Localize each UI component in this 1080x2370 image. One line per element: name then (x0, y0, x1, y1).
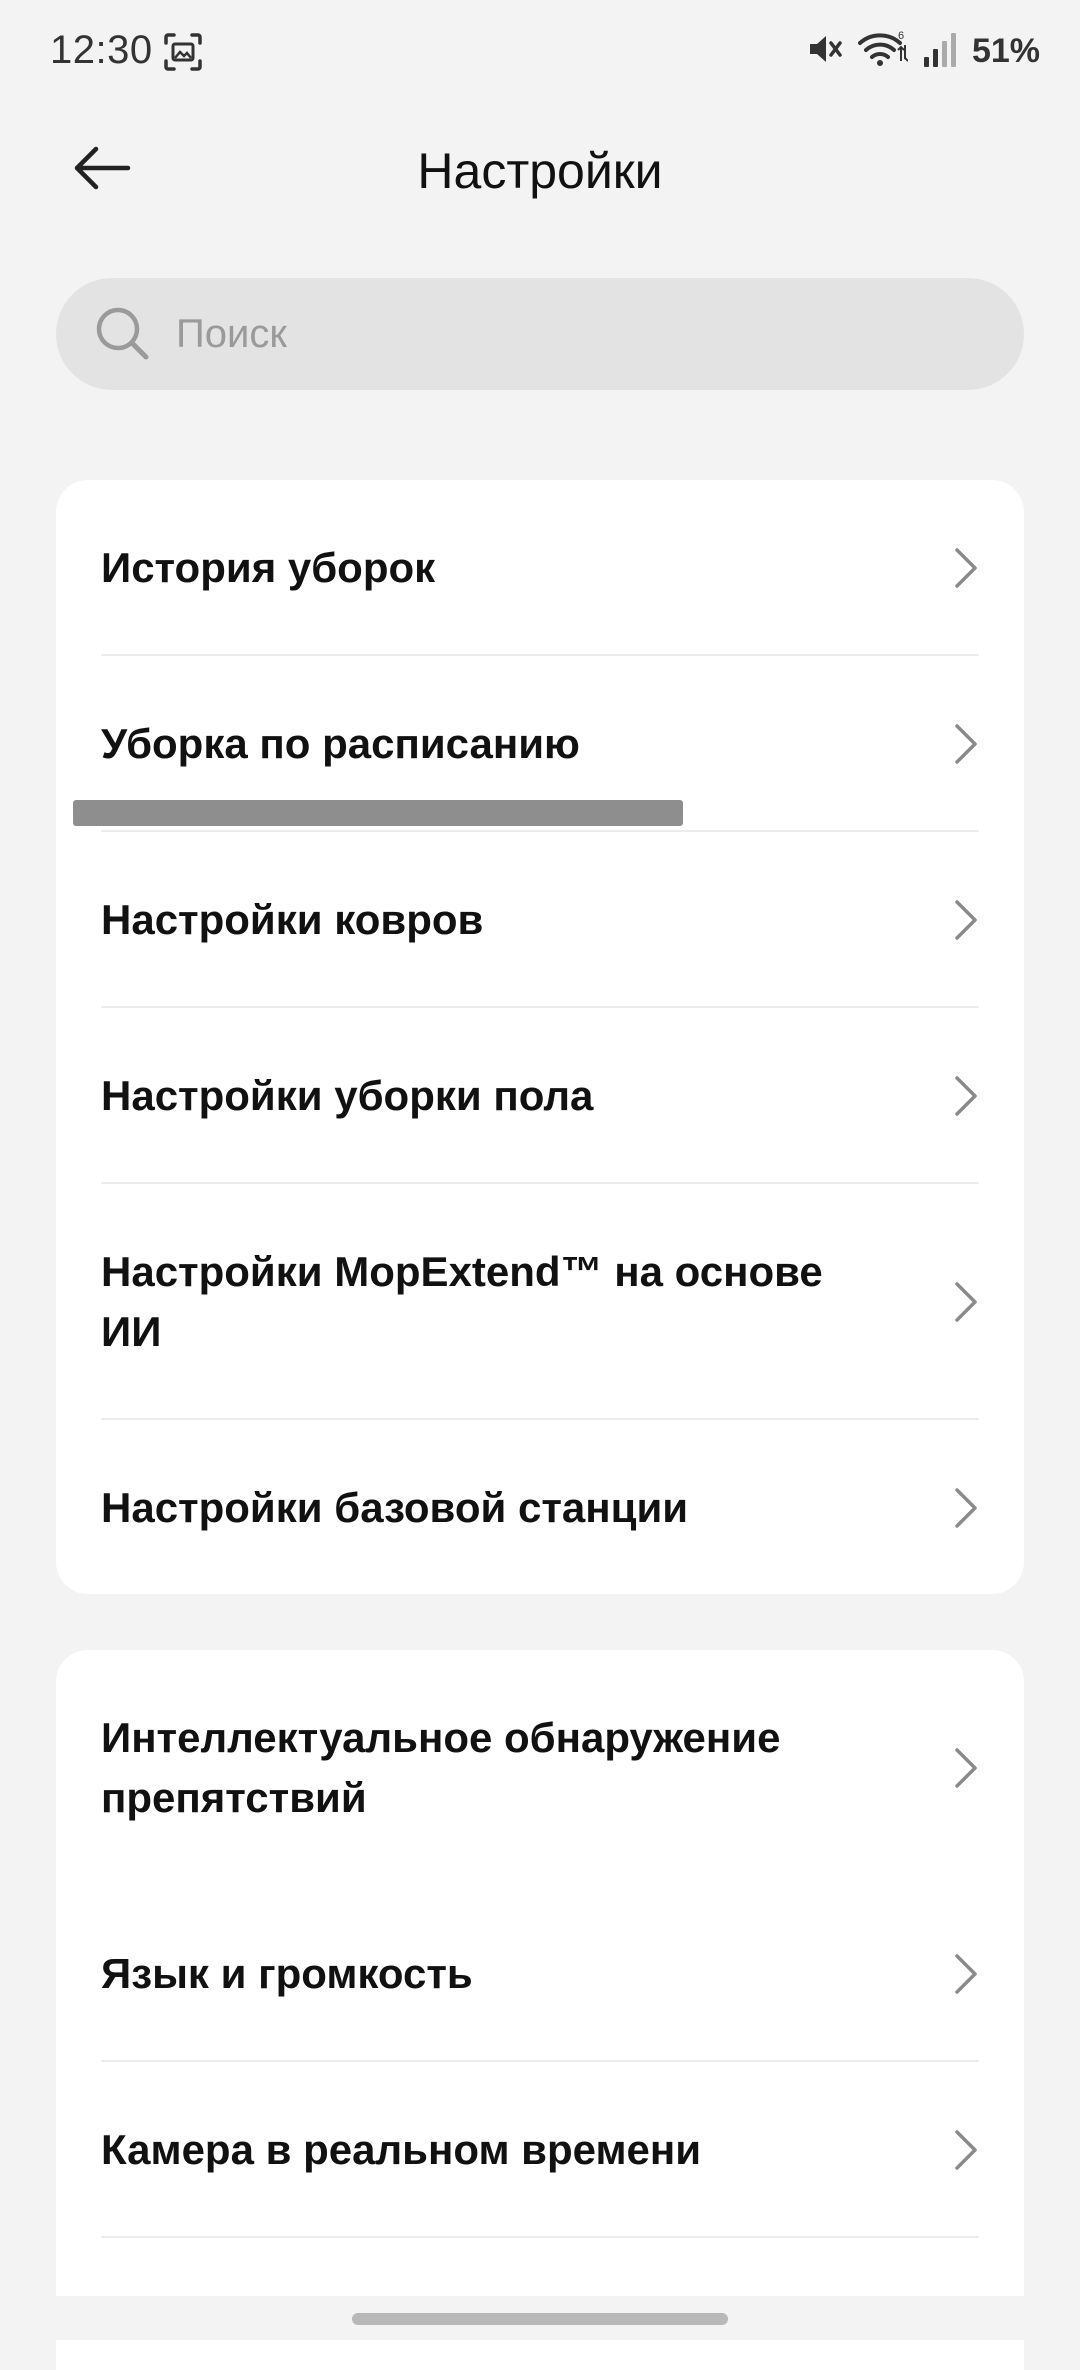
status-time: 12:30 (50, 28, 153, 72)
settings-item-carpet-settings[interactable]: Настройки ковров (56, 832, 1024, 1008)
settings-item-label: Язык и громкость (101, 1950, 473, 1997)
settings-item-label: Интеллектуальное обнаружение препятствий (101, 1714, 781, 1821)
settings-item-label: Настройки MopExtend™ на основе ИИ (101, 1248, 823, 1355)
settings-item-label: Камера в реальном времени (101, 2126, 702, 2173)
status-bar: 12:30 6 51% (0, 0, 1080, 110)
battery-percent: 51% (971, 31, 1040, 70)
page-title: Настройки (417, 143, 663, 199)
app-bar: Настройки (0, 110, 1080, 230)
chevron-right-icon (952, 1950, 980, 1998)
settings-item-mopextend[interactable]: Настройки MopExtend™ на основе ИИ (56, 1184, 1024, 1420)
chevron-right-icon (952, 1278, 980, 1326)
search-input[interactable] (174, 310, 958, 358)
svg-text:6: 6 (898, 30, 904, 42)
settings-item-obstacle-detection[interactable]: Интеллектуальное обнаружение препятствий (56, 1650, 1024, 1886)
chevron-right-icon (952, 1744, 980, 1792)
chevron-right-icon (952, 720, 980, 768)
signal-icon (922, 29, 958, 74)
settings-item-language-volume[interactable]: Язык и громкость (56, 1886, 1024, 2062)
settings-group-secondary: Интеллектуальное обнаружение препятствий… (56, 1650, 1024, 2370)
settings-item-label: Настройки ковров (101, 896, 484, 943)
screenshot-icon (162, 31, 204, 73)
chevron-right-icon (952, 1072, 980, 1120)
chevron-right-icon (952, 544, 980, 592)
mute-icon (804, 29, 844, 74)
settings-item-cleaning-history[interactable]: История уборок (56, 480, 1024, 656)
settings-group-main: История уборок Уборка по расписанию Наст… (56, 480, 1024, 1594)
wifi-icon: 6 (857, 29, 909, 74)
settings-item-floor-cleaning[interactable]: Настройки уборки пола (56, 1008, 1024, 1184)
settings-item-label: Настройки базовой станции (101, 1484, 689, 1531)
chevron-right-icon (952, 2126, 980, 2174)
status-icons: 6 51% (804, 26, 1040, 76)
settings-item-label: Настройки уборки пола (101, 1072, 594, 1119)
settings-item-label: История уборок (101, 544, 436, 591)
settings-item-live-camera[interactable]: Камера в реальном времени (56, 2062, 1024, 2238)
chevron-right-icon (952, 896, 980, 944)
redaction-bar (73, 800, 683, 826)
settings-item-base-station[interactable]: Настройки базовой станции (56, 1420, 1024, 1594)
chevron-right-icon (952, 1484, 980, 1532)
search-icon (94, 305, 152, 363)
home-indicator[interactable] (352, 2313, 728, 2325)
search-bar[interactable] (56, 278, 1024, 390)
settings-item-label: Уборка по расписанию (101, 720, 580, 767)
divider (101, 2236, 979, 2238)
